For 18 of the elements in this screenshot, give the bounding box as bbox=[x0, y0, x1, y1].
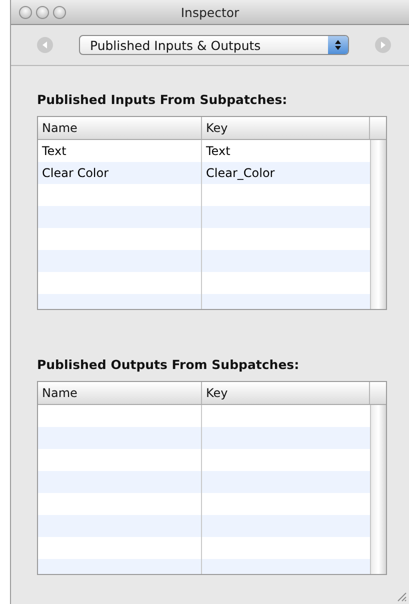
scrollbar[interactable] bbox=[370, 140, 386, 309]
table-cell: Clear Color bbox=[38, 162, 202, 184]
table-cell-text: Text bbox=[205, 143, 232, 160]
window-title: Inspector bbox=[180, 4, 240, 20]
window-button[interactable] bbox=[36, 6, 49, 18]
back-icon[interactable] bbox=[37, 37, 53, 53]
window-button[interactable] bbox=[19, 6, 32, 18]
section-title: Published Inputs From Subpatches: bbox=[37, 92, 288, 107]
section-title: Published Outputs From Subpatches: bbox=[37, 357, 300, 372]
forward-icon[interactable] bbox=[375, 37, 391, 53]
resize-grip-icon[interactable] bbox=[395, 590, 407, 602]
column-header[interactable]: Name bbox=[38, 117, 202, 139]
column-header[interactable]: Name bbox=[38, 382, 202, 404]
popup-button[interactable]: Published Inputs & Outputs bbox=[79, 35, 349, 55]
scrollbar[interactable] bbox=[370, 405, 386, 574]
table-cell-text: Clear_Color bbox=[205, 165, 276, 182]
stepper-icon bbox=[334, 39, 342, 51]
window-button[interactable] bbox=[53, 6, 66, 18]
